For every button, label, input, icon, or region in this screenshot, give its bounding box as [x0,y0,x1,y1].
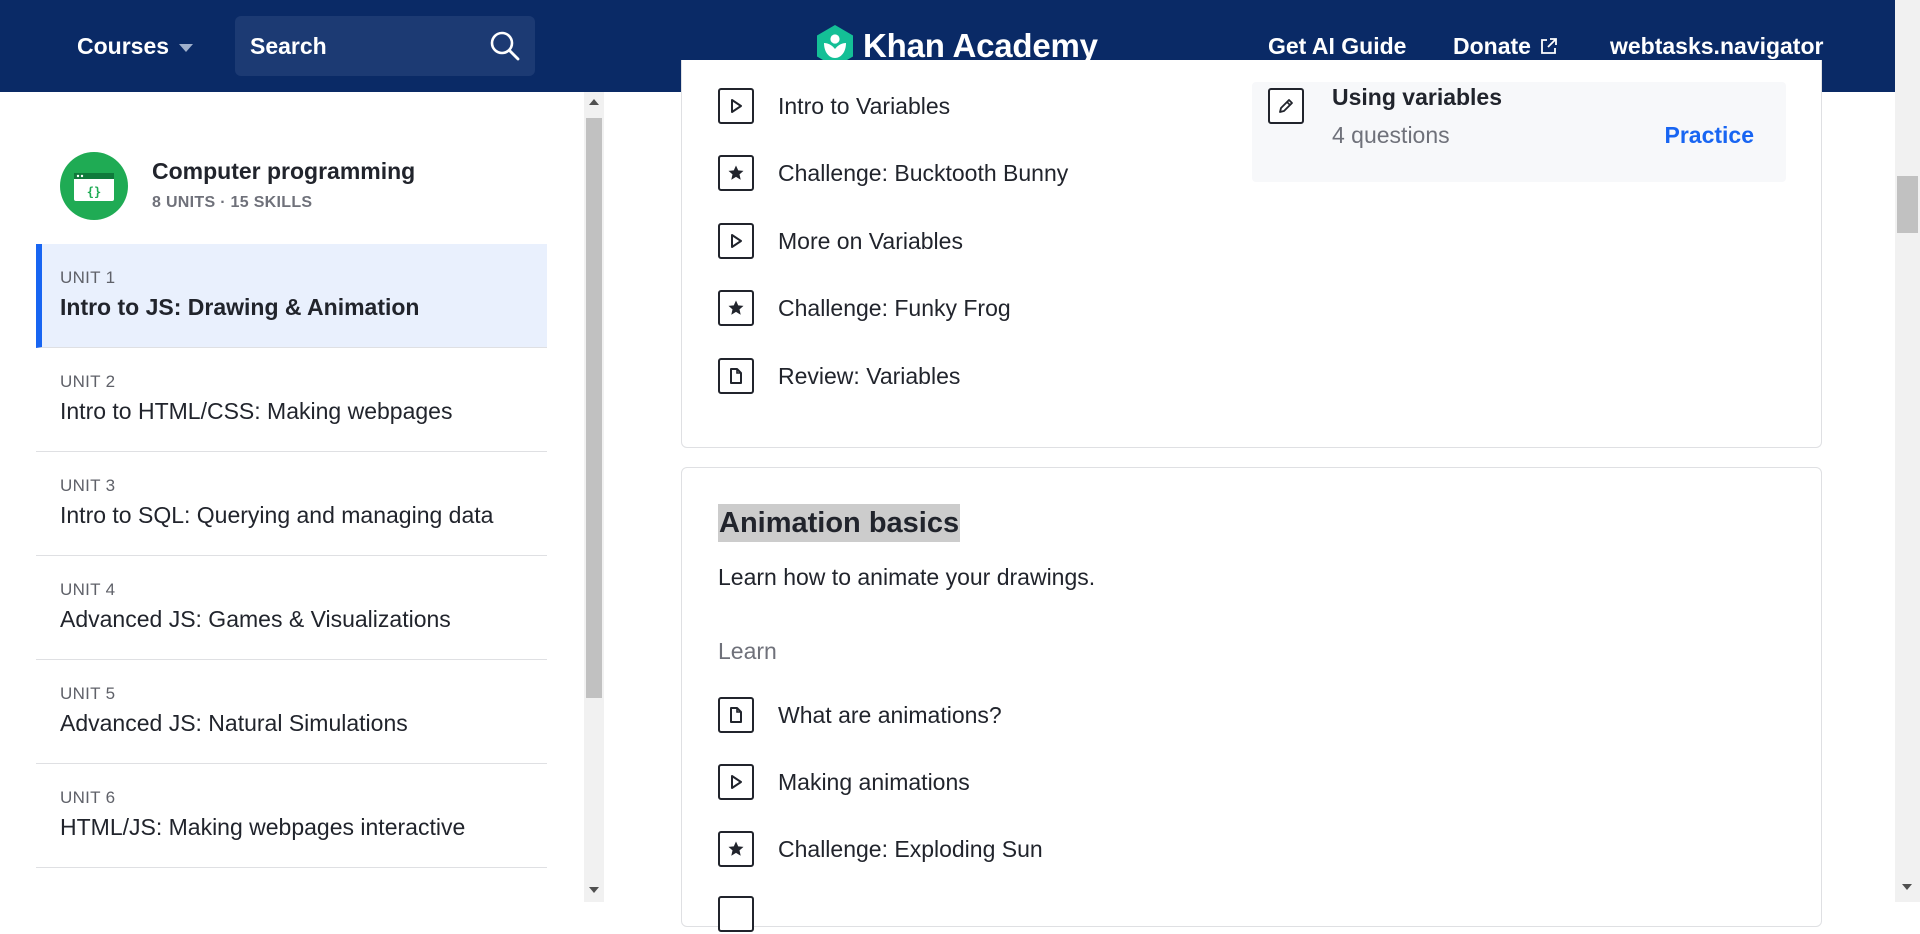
practice-card: Using variables 4 questions Practice [1252,82,1786,182]
lesson-item-title: Making animations [778,768,970,795]
sidebar-unit-6[interactable]: UNIT 6 HTML/JS: Making webpages interact… [36,764,547,868]
unit-label: UNIT 2 [60,372,116,391]
course-header[interactable]: {} Computer programming 8 UNITS · 15 SKI… [60,152,560,222]
practice-link[interactable]: Practice [1664,122,1754,149]
sidebar-unit-2[interactable]: UNIT 2 Intro to HTML/CSS: Making webpage… [36,348,547,452]
lesson-item-video[interactable]: More on Variables [718,221,963,261]
unit-title: Advanced JS: Games & Visualizations [60,606,451,632]
lesson-item-partial[interactable] [718,894,778,934]
lesson-item-challenge[interactable]: Challenge: Funky Frog [718,288,1011,328]
lesson-item-title: What are animations? [778,701,1002,728]
course-icon: {} [60,152,128,220]
unit-title: Intro to HTML/CSS: Making webpages [60,398,453,424]
section-title[interactable]: Animation basics [718,504,961,542]
practice-question-count: 4 questions [1332,122,1450,148]
page-scrollbar[interactable] [1895,0,1920,902]
search-box [235,16,535,76]
external-link-icon [1541,38,1557,54]
lesson-item-challenge[interactable]: Challenge: Bucktooth Bunny [718,153,1068,193]
unit-title: Intro to JS: Drawing & Animation [60,294,420,320]
lesson-item-title: Challenge: Exploding Sun [778,835,1043,862]
sidebar-unit-5[interactable]: UNIT 5 Advanced JS: Natural Simulations [36,660,547,764]
article-icon [718,697,754,733]
username-label: webtasks.navigator [1610,32,1824,59]
lesson-item-title: Review: Variables [778,362,961,389]
unit-label: UNIT 5 [60,684,116,703]
code-window-icon: {} [74,173,114,201]
course-sidebar: {} Computer programming 8 UNITS · 15 SKI… [0,92,604,902]
lesson-item-article[interactable]: Review: Variables [718,356,960,396]
video-icon [718,223,754,259]
get-ai-guide-label: Get AI Guide [1268,32,1407,59]
page-scrollbar-thumb[interactable] [1897,176,1918,233]
lesson-item-challenge[interactable]: Challenge: Exploding Sun [718,829,1043,869]
section-description: Learn how to animate your drawings. [718,564,1096,590]
courses-label: Courses [77,32,170,59]
courses-menu-button[interactable]: Courses [77,28,194,64]
scroll-down-arrow-icon[interactable] [1902,884,1912,890]
unit-label: UNIT 3 [60,476,116,495]
lesson-item-article[interactable]: What are animations? [718,695,1002,735]
unit-list: UNIT 1 Intro to JS: Drawing & Animation … [36,244,547,868]
chevron-down-icon [179,43,194,52]
star-icon [718,155,754,191]
lesson-item-title: Intro to Variables [778,92,951,119]
unit-title: Advanced JS: Natural Simulations [60,710,408,736]
star-icon [718,831,754,867]
sidebar-scrollbar[interactable] [584,92,604,902]
lesson-item-icon [718,896,754,932]
search-icon[interactable] [489,30,521,62]
svg-text:{}: {} [87,185,101,199]
donate-link[interactable]: Donate [1453,28,1559,64]
course-meta: 8 UNITS · 15 SKILLS [152,194,313,211]
video-icon [718,764,754,800]
unit-title: Intro to SQL: Querying and managing data [60,502,494,528]
article-icon [718,358,754,394]
practice-title: Using variables [1332,84,1503,110]
pencil-icon [1268,88,1304,124]
sidebar-scrollbar-thumb[interactable] [586,118,602,698]
unit-title: HTML/JS: Making webpages interactive [60,814,466,840]
search-input[interactable] [235,16,475,76]
scroll-down-arrow-icon[interactable] [589,887,599,893]
get-ai-guide-link[interactable]: Get AI Guide [1268,28,1406,64]
sidebar-unit-4[interactable]: UNIT 4 Advanced JS: Games & Visualizatio… [36,556,547,660]
sidebar-unit-1[interactable]: UNIT 1 Intro to JS: Drawing & Animation [36,244,547,348]
variables-lesson-card: Intro to Variables Challenge: Bucktooth … [681,60,1822,448]
user-account-menu[interactable]: webtasks.navigator [1610,28,1823,64]
video-icon [718,88,754,124]
sidebar-unit-3[interactable]: UNIT 3 Intro to SQL: Querying and managi… [36,452,547,556]
lesson-item-title: Challenge: Funky Frog [778,294,1011,321]
lesson-item-video[interactable]: Making animations [718,762,970,802]
unit-label: UNIT 6 [60,788,116,807]
lesson-item-title: More on Variables [778,227,963,254]
scroll-up-arrow-icon[interactable] [589,99,599,105]
learn-heading: Learn [718,638,777,664]
course-title: Computer programming [152,158,416,184]
unit-label: UNIT 4 [60,580,116,599]
unit-label: UNIT 1 [60,268,116,287]
star-icon [718,290,754,326]
animation-basics-card: Animation basics Learn how to animate yo… [681,467,1822,932]
lesson-item-title: Challenge: Bucktooth Bunny [778,159,1069,186]
donate-label: Donate [1453,32,1531,59]
lesson-item-video[interactable]: Intro to Variables [718,86,950,126]
